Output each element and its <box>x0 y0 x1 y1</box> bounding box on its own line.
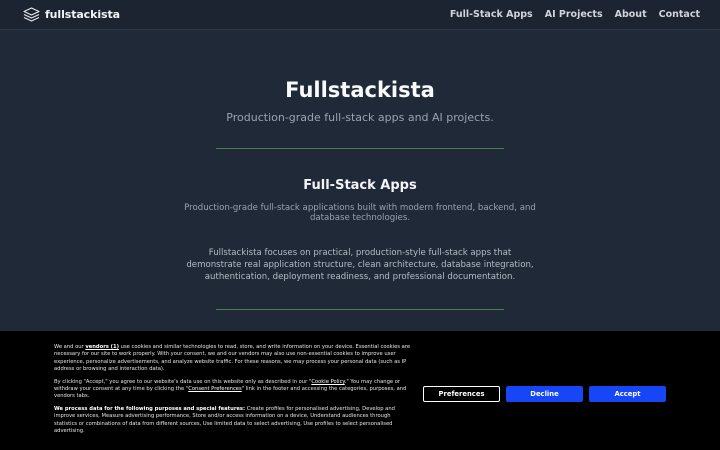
section-subtitle: Production-grade full-stack applications… <box>184 203 536 223</box>
accept-button[interactable]: Accept <box>589 386 666 402</box>
cookie-paragraph-purposes: We process data for the following purpos… <box>54 406 414 436</box>
divider <box>216 309 504 310</box>
main-content: Fullstackista Production-grade full-stac… <box>0 31 720 331</box>
section-title: Full-Stack Apps <box>303 178 417 193</box>
vendors-link[interactable]: vendors (1) <box>85 344 119 350</box>
cookie-text: We and our vendors (1) use cookies and s… <box>54 344 414 440</box>
nav-contact[interactable]: Contact <box>659 9 700 20</box>
cookie-paragraph-consent: We and our vendors (1) use cookies and s… <box>54 344 414 374</box>
purposes-heading: We process data for the following purpos… <box>54 405 246 412</box>
cookie-paragraph-accept: By clicking "Accept," you agree to our w… <box>54 379 414 401</box>
nav-full-stack-apps[interactable]: Full-Stack Apps <box>450 9 533 20</box>
brand-name: fullstackista <box>45 8 120 21</box>
hero-subtitle: Production-grade full-stack apps and AI … <box>226 111 494 124</box>
consent-preferences-link[interactable]: Consent Preferences <box>188 386 241 392</box>
preferences-button[interactable]: Preferences <box>423 386 500 402</box>
cookie-policy-link[interactable]: Cookie Policy <box>311 379 344 385</box>
nav-ai-projects[interactable]: AI Projects <box>545 9 603 20</box>
section-body: Fullstackista focuses on practical, prod… <box>186 248 534 282</box>
text: By clicking "Accept," you agree to our w… <box>54 378 312 385</box>
main-nav: Full-Stack Apps AI Projects About Contac… <box>450 9 700 20</box>
divider <box>216 148 504 149</box>
site-header: fullstackista Full-Stack Apps AI Project… <box>0 0 720 30</box>
text: We and our <box>54 344 86 350</box>
decline-button[interactable]: Decline <box>506 386 583 402</box>
layers-icon <box>23 7 40 22</box>
hero-title: Fullstackista <box>285 78 435 102</box>
cookie-banner: We and our vendors (1) use cookies and s… <box>0 331 720 450</box>
nav-about[interactable]: About <box>615 9 647 20</box>
brand-link[interactable]: fullstackista <box>23 7 120 22</box>
